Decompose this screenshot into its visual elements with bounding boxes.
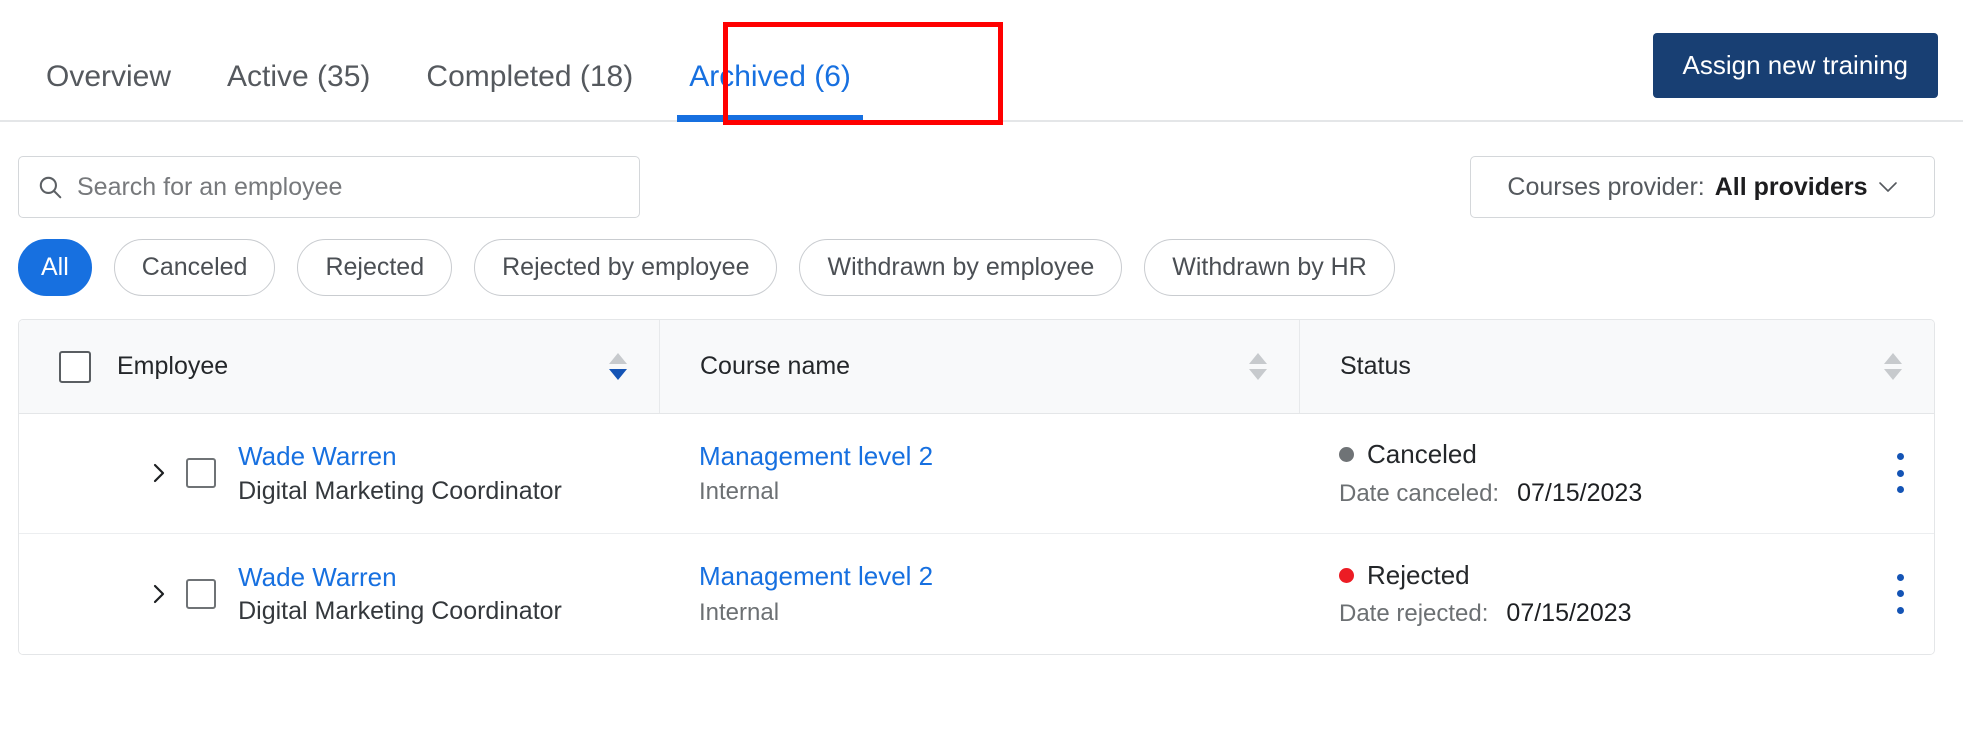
- status-badge: Rejected: [1339, 559, 1934, 590]
- sort-descending-arrow-icon: [1249, 369, 1267, 380]
- sort-course-name-icon[interactable]: [1247, 350, 1269, 384]
- sort-ascending-arrow-icon: [609, 353, 627, 364]
- tab-bar: Overview Active (35) Completed (18) Arch…: [0, 0, 1963, 125]
- table-header-row: Employee Course name Status: [19, 320, 1934, 414]
- table-row[interactable]: Wade Warren Digital Marketing Coordinato…: [19, 534, 1934, 654]
- tab-archived[interactable]: Archived (6): [661, 62, 879, 122]
- search-icon: [39, 176, 62, 199]
- status-filter-chips: All Canceled Rejected Rejected by employ…: [0, 214, 1963, 302]
- sort-ascending-arrow-icon: [1249, 353, 1267, 364]
- cell-course: Management level 2 Internal: [659, 562, 1299, 626]
- expand-row-chevron-right-icon[interactable]: [148, 456, 170, 490]
- search-input[interactable]: [77, 172, 621, 202]
- table-row[interactable]: Wade Warren Digital Marketing Coordinato…: [19, 414, 1934, 534]
- status-date: Date rejected: 07/15/2023: [1339, 599, 1934, 628]
- trainings-table: Employee Course name Status Wade Warren …: [18, 319, 1935, 655]
- provider-label: Courses provider:: [1507, 172, 1705, 201]
- employee-job-title: Digital Marketing Coordinator: [238, 476, 562, 505]
- column-header-course-name-label: Course name: [700, 352, 851, 380]
- status-date-value: 07/15/2023: [1517, 478, 1643, 507]
- employee-name-link[interactable]: Wade Warren: [238, 563, 562, 591]
- column-header-status-label: Status: [1340, 352, 1411, 380]
- row-actions-kebab-icon[interactable]: [1896, 453, 1904, 494]
- chip-all[interactable]: All: [18, 238, 92, 296]
- status-date-label: Date rejected:: [1339, 600, 1489, 628]
- sort-status-icon[interactable]: [1882, 350, 1904, 384]
- archived-trainings-page: Overview Active (35) Completed (18) Arch…: [0, 0, 1963, 739]
- tab-completed[interactable]: Completed (18): [398, 62, 661, 120]
- status-label: Canceled: [1367, 439, 1477, 470]
- provider-value: All providers: [1714, 172, 1868, 201]
- column-header-employee[interactable]: Employee: [19, 320, 659, 413]
- course-provider-label: Internal: [699, 478, 780, 506]
- column-header-status[interactable]: Status: [1299, 320, 1934, 413]
- column-header-employee-label: Employee: [117, 352, 229, 380]
- cell-employee: Wade Warren Digital Marketing Coordinato…: [19, 442, 659, 505]
- cell-status: Rejected Date rejected: 07/15/2023: [1299, 559, 1934, 628]
- chip-canceled[interactable]: Canceled: [113, 238, 276, 296]
- employee-job-title: Digital Marketing Coordinator: [238, 597, 562, 626]
- course-name-link[interactable]: Management level 2: [699, 442, 1299, 470]
- expand-row-chevron-right-icon[interactable]: [148, 577, 170, 611]
- chip-withdrawn-by-hr[interactable]: Withdrawn by HR: [1144, 238, 1395, 296]
- assign-new-training-button[interactable]: Assign new training: [1652, 33, 1938, 98]
- employee-name-link[interactable]: Wade Warren: [238, 442, 562, 470]
- course-name-link[interactable]: Management level 2: [699, 562, 1299, 590]
- row-actions-kebab-icon[interactable]: [1896, 573, 1904, 614]
- column-header-course-name[interactable]: Course name: [659, 320, 1299, 413]
- sort-ascending-arrow-icon: [1884, 353, 1902, 364]
- cell-employee: Wade Warren Digital Marketing Coordinato…: [19, 563, 659, 626]
- tab-list: Overview Active (35) Completed (18) Arch…: [38, 0, 879, 122]
- status-badge: Canceled: [1339, 439, 1934, 470]
- courses-provider-dropdown[interactable]: Courses provider: All providers: [1470, 156, 1935, 218]
- chip-rejected[interactable]: Rejected: [297, 238, 453, 296]
- course-info: Management level 2 Internal: [699, 562, 1299, 626]
- course-info: Management level 2 Internal: [699, 442, 1299, 506]
- employee-info: Wade Warren Digital Marketing Coordinato…: [238, 563, 562, 626]
- row-select-checkbox[interactable]: [186, 578, 217, 609]
- chevron-down-icon: [1878, 182, 1897, 192]
- status-dot-icon: [1339, 447, 1354, 463]
- status-label: Rejected: [1367, 559, 1470, 590]
- status-dot-icon: [1339, 567, 1354, 583]
- select-all-checkbox[interactable]: [59, 350, 91, 383]
- cell-status: Canceled Date canceled: 07/15/2023: [1299, 439, 1934, 507]
- search-box[interactable]: [18, 156, 640, 218]
- row-select-checkbox[interactable]: [186, 458, 217, 489]
- employee-info: Wade Warren Digital Marketing Coordinato…: [238, 442, 562, 505]
- sort-descending-arrow-icon: [609, 369, 627, 380]
- chip-rejected-by-employee[interactable]: Rejected by employee: [474, 238, 778, 296]
- sort-employee-icon[interactable]: [607, 350, 629, 384]
- status-date: Date canceled: 07/15/2023: [1339, 478, 1934, 507]
- tab-active[interactable]: Active (35): [199, 62, 398, 120]
- filter-bar: Courses provider: All providers: [0, 122, 1963, 218]
- status-date-label: Date canceled:: [1339, 479, 1500, 507]
- sort-descending-arrow-icon: [1884, 369, 1902, 380]
- tab-overview[interactable]: Overview: [38, 62, 199, 120]
- course-provider-label: Internal: [699, 598, 780, 626]
- chip-withdrawn-by-employee[interactable]: Withdrawn by employee: [799, 238, 1123, 296]
- status-date-value: 07/15/2023: [1506, 599, 1632, 628]
- cell-course: Management level 2 Internal: [659, 442, 1299, 506]
